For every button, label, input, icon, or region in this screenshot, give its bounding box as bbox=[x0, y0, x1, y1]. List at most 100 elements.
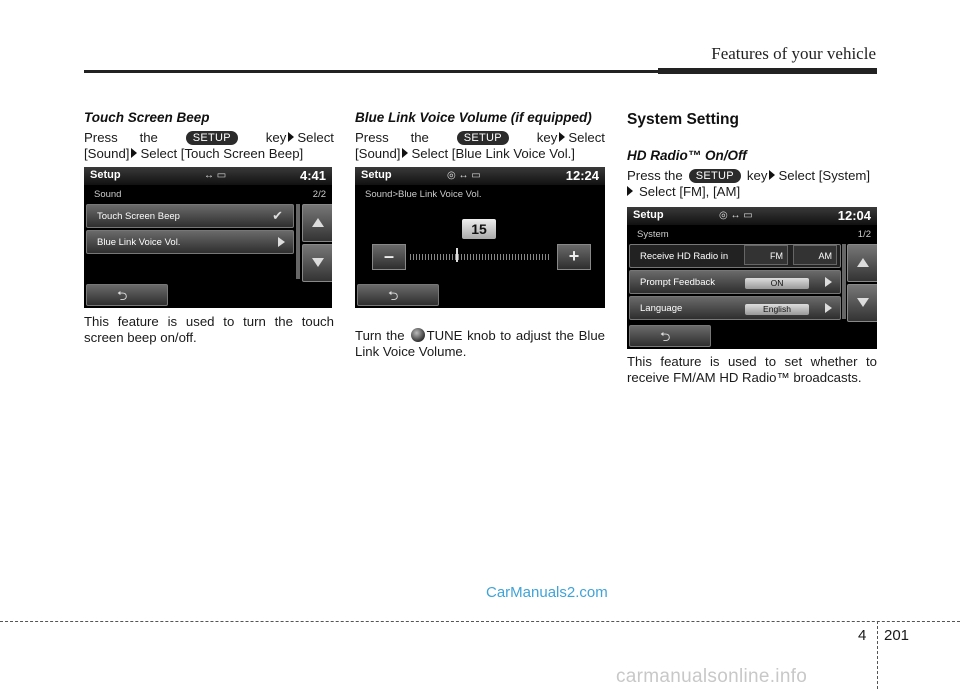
option-fm[interactable]: FM bbox=[744, 245, 788, 265]
usb-icon: ↔ ▭ bbox=[204, 170, 227, 181]
column-system-setting: System Setting HD Radio™ On/Off Press th… bbox=[627, 110, 877, 200]
setup-key-badge: SETUP bbox=[456, 131, 509, 145]
instruction-line-1: Press the SETUP key Select bbox=[355, 130, 605, 146]
press-word: Press bbox=[355, 130, 389, 145]
arrow-right-icon bbox=[825, 303, 832, 313]
description: Turn the TUNE knob to adjust the Blue Lin… bbox=[355, 328, 605, 360]
watermark-carmanuals2: CarManuals2.com bbox=[486, 584, 608, 601]
arrow-right-icon bbox=[278, 237, 285, 247]
scroll-down-button[interactable] bbox=[302, 244, 332, 282]
footer-divider bbox=[877, 621, 878, 689]
volume-value: 15 bbox=[462, 219, 496, 239]
instruction-line-1: Press the SETUP key Select [System] bbox=[627, 168, 877, 184]
arrow-right-icon bbox=[559, 132, 566, 142]
key-word: key bbox=[265, 130, 287, 145]
select-word: Select bbox=[297, 130, 334, 145]
row-label: Language bbox=[640, 303, 683, 314]
back-arrow-icon: ⮌ bbox=[117, 288, 128, 303]
the-word: the bbox=[410, 130, 429, 145]
prompt-feedback-value: ON bbox=[745, 278, 809, 289]
press-word: Press bbox=[84, 130, 118, 145]
back-arrow-icon: ⮌ bbox=[388, 288, 399, 303]
screen-clock: 12:24 bbox=[565, 168, 599, 183]
status-icons: ◎ ↔ ▭ bbox=[447, 170, 481, 181]
volume-slider[interactable] bbox=[410, 254, 550, 260]
arrow-right-icon bbox=[825, 277, 832, 287]
description: This feature is used to set whether to r… bbox=[627, 354, 877, 385]
menu-item-touch-screen-beep[interactable]: Touch Screen Beep ✔ bbox=[86, 204, 294, 228]
desc-start: Turn the bbox=[355, 328, 405, 343]
checkmark-icon: ✔ bbox=[272, 208, 283, 223]
running-header: Features of your vehicle bbox=[711, 44, 876, 63]
scroll-up-button[interactable] bbox=[847, 244, 877, 282]
select-fm-am: Select [FM], [AM] bbox=[639, 184, 741, 199]
scrollbar-track bbox=[842, 244, 846, 319]
watermark-footer: carmanualsonline.info bbox=[616, 666, 808, 687]
menu-item-label: Blue Link Voice Vol. bbox=[97, 237, 181, 248]
arrow-right-icon bbox=[402, 148, 409, 158]
desc-blue-link-voice-volume: Turn the TUNE knob to adjust the Blue Lin… bbox=[355, 328, 605, 360]
triangle-down-icon bbox=[312, 258, 324, 267]
instruction-line-2: [Sound] Select [Blue Link Voice Vol.] bbox=[355, 146, 605, 162]
screen-sound-menu: Setup ↔ ▭ 4:41 Sound 2/2 Touch Screen Be… bbox=[84, 167, 332, 308]
menu-item-label: Touch Screen Beep bbox=[97, 211, 180, 222]
back-button[interactable]: ⮌ bbox=[629, 325, 711, 347]
press-the: Press the bbox=[627, 168, 683, 183]
sound-menu-ref: [Sound] bbox=[355, 146, 401, 161]
back-button[interactable]: ⮌ bbox=[86, 284, 168, 306]
select-blue-link-voice-vol: Select [Blue Link Voice Vol.] bbox=[411, 146, 575, 161]
select-word: Select bbox=[568, 130, 605, 145]
column-touch-screen-beep: Touch Screen Beep Press the SETUP key Sel… bbox=[84, 110, 334, 162]
screen-page-indicator: 2/2 bbox=[312, 189, 326, 200]
setup-key-badge: SETUP bbox=[688, 169, 741, 183]
subtitle-hd-radio: HD Radio™ On/Off bbox=[627, 148, 747, 163]
screen-system-menu: Setup ◎ ↔ ▭ 12:04 System 1/2 Receive HD … bbox=[627, 207, 877, 349]
page-number: 201 bbox=[884, 627, 910, 644]
screen-title: Setup bbox=[633, 209, 664, 221]
key-word: key bbox=[746, 168, 768, 183]
volume-down-button[interactable]: – bbox=[372, 244, 406, 270]
description: This feature is used to turn the touch s… bbox=[84, 314, 334, 345]
chapter-number: 4 bbox=[858, 627, 867, 644]
screen-title: Setup bbox=[361, 169, 392, 181]
volume-slider-handle[interactable] bbox=[456, 248, 458, 262]
tune-knob-icon bbox=[410, 328, 425, 342]
scroll-down-button[interactable] bbox=[847, 284, 877, 322]
setup-key-badge: SETUP bbox=[185, 131, 238, 145]
select-touch-screen-beep: Select [Touch Screen Beep] bbox=[140, 146, 304, 161]
language-value: English bbox=[745, 304, 809, 315]
back-button[interactable]: ⮌ bbox=[357, 284, 439, 306]
instruction-line-2: Select [FM], [AM] bbox=[627, 184, 877, 200]
volume-up-button[interactable]: + bbox=[557, 244, 591, 270]
screen-clock: 4:41 bbox=[299, 168, 326, 183]
sound-menu-ref: [Sound] bbox=[84, 146, 130, 161]
footer-rule bbox=[0, 621, 960, 622]
screen-subtitle: Sound bbox=[94, 189, 122, 200]
menu-item-blue-link-voice-vol[interactable]: Blue Link Voice Vol. bbox=[86, 230, 294, 254]
row-label: Receive HD Radio in bbox=[640, 251, 729, 262]
column-blue-link-voice-volume: Blue Link Voice Volume (if equipped) Pre… bbox=[355, 110, 605, 162]
triangle-up-icon bbox=[312, 218, 324, 227]
subtitle-touch-screen-beep: Touch Screen Beep bbox=[84, 110, 210, 125]
screen-subtitle: Sound>Blue Link Voice Vol. bbox=[365, 189, 482, 200]
screen-clock: 12:04 bbox=[837, 208, 871, 223]
arrow-right-icon bbox=[769, 170, 776, 180]
row-prompt-feedback[interactable]: Prompt Feedback bbox=[629, 270, 841, 294]
desc-touch-screen-beep: This feature is used to turn the touch s… bbox=[84, 314, 334, 346]
status-icons: ◎ ↔ ▭ bbox=[719, 210, 753, 221]
subtitle-blue-link-voice-volume: Blue Link Voice Volume (if equipped) bbox=[355, 110, 592, 125]
instruction-line-1: Press the SETUP key Select bbox=[84, 130, 334, 146]
row-language[interactable]: Language bbox=[629, 296, 841, 320]
arrow-right-icon bbox=[131, 148, 138, 158]
triangle-down-icon bbox=[857, 298, 869, 307]
header-rule bbox=[84, 70, 658, 73]
select-system: Select [System] bbox=[778, 168, 871, 183]
key-word: key bbox=[536, 130, 558, 145]
the-word: the bbox=[139, 130, 158, 145]
option-am[interactable]: AM bbox=[793, 245, 837, 265]
scroll-up-button[interactable] bbox=[302, 204, 332, 242]
desc-hd-radio: This feature is used to set whether to r… bbox=[627, 354, 877, 386]
back-arrow-icon: ⮌ bbox=[660, 329, 671, 344]
screen-subtitle: System bbox=[637, 229, 669, 240]
instruction-line-2: [Sound] Select [Touch Screen Beep] bbox=[84, 146, 334, 162]
